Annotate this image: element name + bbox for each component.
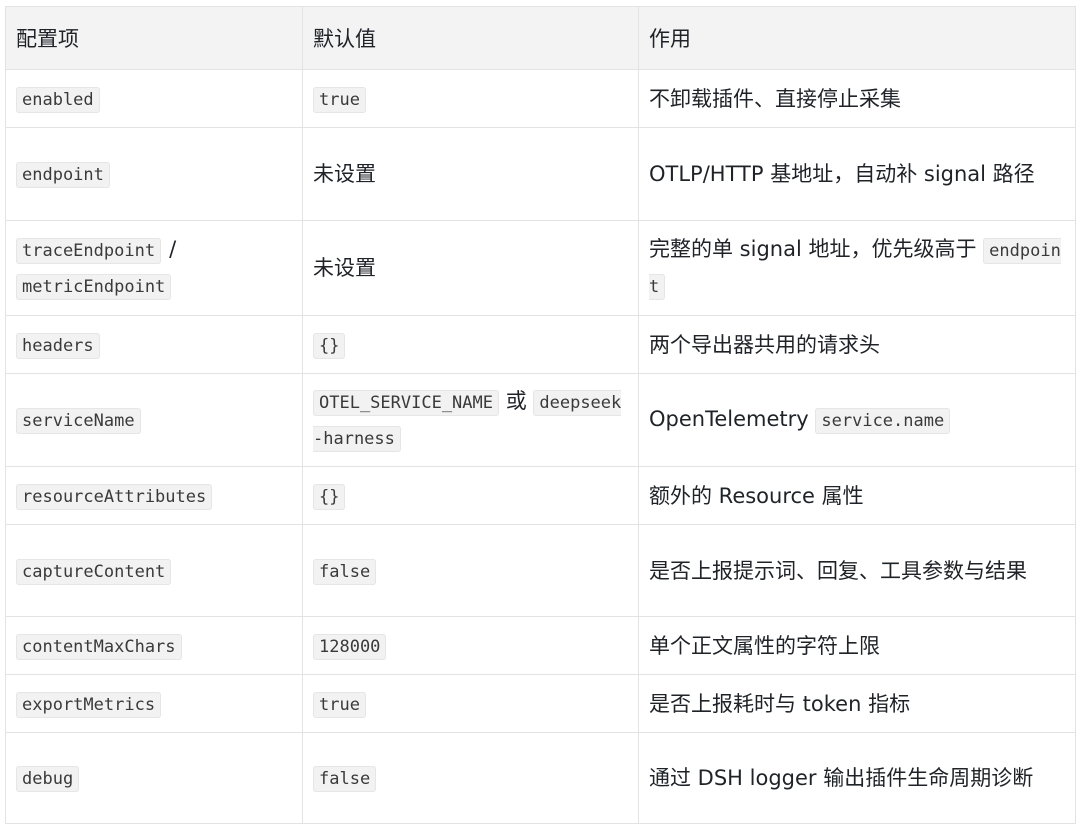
default-value-cell: OTEL_SERVICE_NAME 或 deepseek-harness — [302, 373, 639, 467]
default-value-cell: {} — [302, 466, 639, 525]
config-key: headers — [16, 332, 100, 359]
description-code: service.name — [815, 408, 951, 434]
table-row: headers {} 两个导出器共用的请求头 — [5, 315, 1076, 374]
default-value: true — [313, 691, 366, 718]
table-row: serviceName OTEL_SERVICE_NAME 或 deepseek… — [5, 373, 1076, 467]
default-value: true — [313, 86, 366, 113]
default-value: 128000 — [313, 633, 387, 660]
header-purpose: 作用 — [638, 6, 1076, 70]
config-key-cell: resourceAttributes — [5, 466, 303, 525]
config-key: resourceAttributes — [16, 483, 213, 510]
description-cell: 单个正文属性的字符上限 — [638, 616, 1076, 675]
config-key-cell: exportMetrics — [5, 674, 303, 733]
default-value-cell: true — [302, 674, 639, 733]
key-separator: / — [169, 237, 177, 261]
description-cell: 完整的单 signal 地址，优先级高于 endpoint — [638, 220, 1076, 316]
description-text: 完整的单 signal 地址，优先级高于 — [649, 237, 977, 261]
table-row: contentMaxChars 128000 单个正文属性的字符上限 — [5, 616, 1076, 675]
config-key: endpoint — [16, 162, 110, 188]
table-row: exportMetrics true 是否上报耗时与 token 指标 — [5, 674, 1076, 733]
config-key-secondary: metricEndpoint — [16, 274, 172, 300]
default-value: OTEL_SERVICE_NAME — [313, 390, 499, 416]
default-value: {} — [313, 332, 346, 359]
config-key: contentMaxChars — [16, 633, 182, 660]
header-config-item: 配置项 — [5, 6, 303, 70]
description-cell: 额外的 Resource 属性 — [638, 466, 1076, 525]
config-key-cell: serviceName — [5, 373, 303, 467]
description-cell: 是否上报耗时与 token 指标 — [638, 674, 1076, 733]
config-key-cell: headers — [5, 315, 303, 374]
default-separator: 或 — [505, 389, 527, 413]
description-cell: OTLP/HTTP 基地址，自动补 signal 路径 — [638, 127, 1076, 221]
description-cell: OpenTelemetry service.name — [638, 373, 1076, 467]
table-row: enabled true 不卸载插件、直接停止采集 — [5, 69, 1076, 128]
table-row: captureContent false 是否上报提示词、回复、工具参数与结果 — [5, 524, 1076, 617]
config-key-cell: contentMaxChars — [5, 616, 303, 675]
default-value-cell: 128000 — [302, 616, 639, 675]
description-cell: 是否上报提示词、回复、工具参数与结果 — [638, 524, 1076, 617]
default-value: false — [313, 766, 377, 792]
config-table-container: 配置项 默认值 作用 enabled true 不卸载插件、直接停止采集 end… — [5, 6, 1076, 824]
config-key: exportMetrics — [16, 691, 162, 718]
default-value-cell: 未设置 — [302, 220, 639, 316]
table-row: resourceAttributes {} 额外的 Resource 属性 — [5, 466, 1076, 525]
config-key-cell: debug — [5, 732, 303, 824]
table-row: endpoint 未设置 OTLP/HTTP 基地址，自动补 signal 路径 — [5, 127, 1076, 221]
default-value: {} — [313, 483, 346, 510]
table-row: traceEndpoint / metricEndpoint 未设置 完整的单 si… — [5, 220, 1076, 316]
default-value-cell: 未设置 — [302, 127, 639, 221]
config-key-cell: traceEndpoint / metricEndpoint — [5, 220, 303, 316]
config-key: serviceName — [16, 408, 141, 434]
description-cell: 不卸载插件、直接停止采集 — [638, 69, 1076, 128]
default-value-cell: {} — [302, 315, 639, 374]
config-key-cell: enabled — [5, 69, 303, 128]
config-key: enabled — [16, 86, 100, 113]
default-value-cell: false — [302, 732, 639, 824]
default-value-cell: false — [302, 524, 639, 617]
config-key: captureContent — [16, 558, 172, 585]
table-header-row: 配置项 默认值 作用 — [5, 6, 1076, 70]
config-key-cell: captureContent — [5, 524, 303, 617]
default-value: false — [313, 558, 377, 585]
table-row: debug false 通过 DSH logger 输出插件生命周期诊断 — [5, 732, 1076, 824]
description-text: OpenTelemetry — [649, 407, 809, 431]
config-table: 配置项 默认值 作用 enabled true 不卸载插件、直接停止采集 end… — [5, 6, 1076, 824]
config-key: traceEndpoint — [16, 238, 162, 264]
header-default-value: 默认值 — [302, 6, 639, 70]
description-cell: 通过 DSH logger 输出插件生命周期诊断 — [638, 732, 1076, 824]
config-key: debug — [16, 766, 80, 792]
description-cell: 两个导出器共用的请求头 — [638, 315, 1076, 374]
config-key-cell: endpoint — [5, 127, 303, 221]
default-value-cell: true — [302, 69, 639, 128]
